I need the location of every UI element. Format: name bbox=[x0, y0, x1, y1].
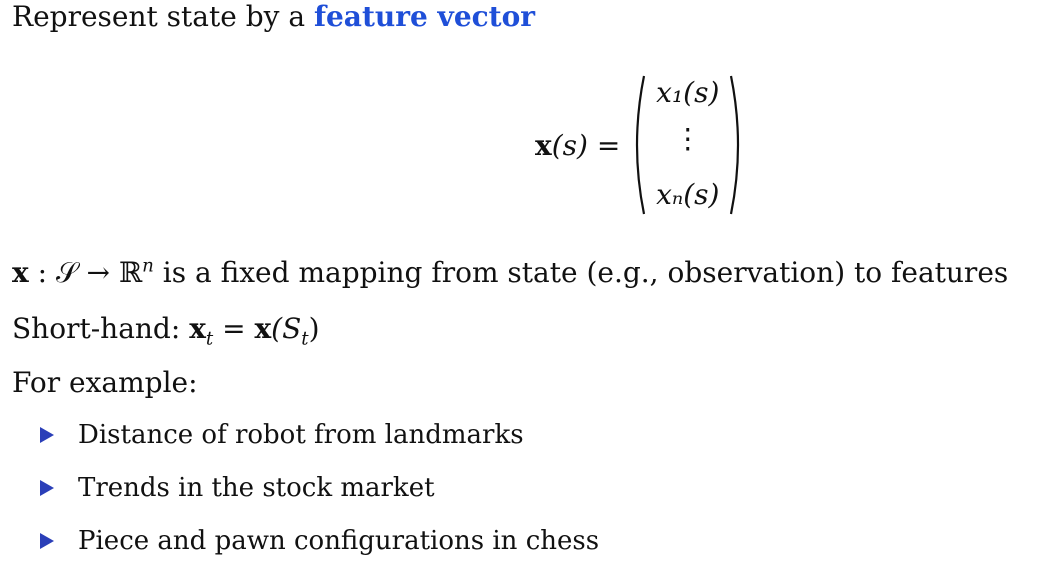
equation-lhs-arg: (s) = bbox=[551, 128, 621, 162]
list-item-text: Trends in the stock market bbox=[78, 472, 435, 503]
equation-lhs-symbol: x bbox=[535, 128, 552, 162]
triangle-right-icon bbox=[40, 426, 54, 443]
shorthand-lhs: x bbox=[189, 312, 206, 345]
mapping-symbol: x bbox=[12, 256, 29, 289]
feature-matrix: x₁(s) ⋮ xₙ(s) bbox=[630, 70, 745, 220]
matrix-entry-top: x₁(s) bbox=[656, 76, 720, 109]
shorthand-line: Short-hand: xt = x(St) bbox=[12, 312, 320, 348]
mapping-line: x : 𝒮 → ℝn is a fixed mapping from state… bbox=[12, 256, 1008, 290]
mapping-text: is a fixed mapping from state (e.g., obs… bbox=[153, 256, 1009, 289]
shorthand-rhs-close: ) bbox=[308, 312, 320, 345]
list-item-text: Piece and pawn configurations in chess bbox=[78, 525, 600, 556]
heading-highlight: feature vector bbox=[313, 0, 536, 33]
shorthand-rhs-open: (S bbox=[271, 312, 302, 345]
matrix-entry-middle: ⋮ bbox=[673, 122, 702, 155]
example-list: Distance of robot from landmarks Trends … bbox=[40, 408, 599, 567]
equation-lhs: x(s) = bbox=[535, 129, 620, 162]
slide-heading: Represent state by a feature vector bbox=[12, 0, 535, 34]
list-item-text: Distance of robot from landmarks bbox=[78, 419, 524, 450]
list-item: Trends in the stock market bbox=[40, 461, 599, 514]
shorthand-rhs-sub: t bbox=[301, 328, 309, 350]
triangle-right-icon bbox=[40, 532, 54, 549]
mapping-math: : 𝒮 → ℝ bbox=[28, 256, 143, 289]
list-item: Piece and pawn configurations in chess bbox=[40, 514, 599, 567]
slide: Represent state by a feature vector x(s)… bbox=[0, 0, 1046, 556]
triangle-right-icon bbox=[40, 479, 54, 496]
list-item: Distance of robot from landmarks bbox=[40, 408, 599, 461]
example-label: For example: bbox=[12, 366, 198, 399]
shorthand-eq: = bbox=[213, 312, 255, 345]
heading-prefix: Represent state by a bbox=[12, 0, 314, 33]
mapping-power: n bbox=[142, 255, 154, 277]
feature-vector-equation: x(s) = x₁(s) ⋮ xₙ(s) bbox=[535, 70, 745, 220]
shorthand-label: Short-hand: bbox=[12, 312, 190, 345]
shorthand-rhs: x bbox=[254, 312, 272, 345]
matrix-entry-bottom: xₙ(s) bbox=[656, 178, 720, 211]
